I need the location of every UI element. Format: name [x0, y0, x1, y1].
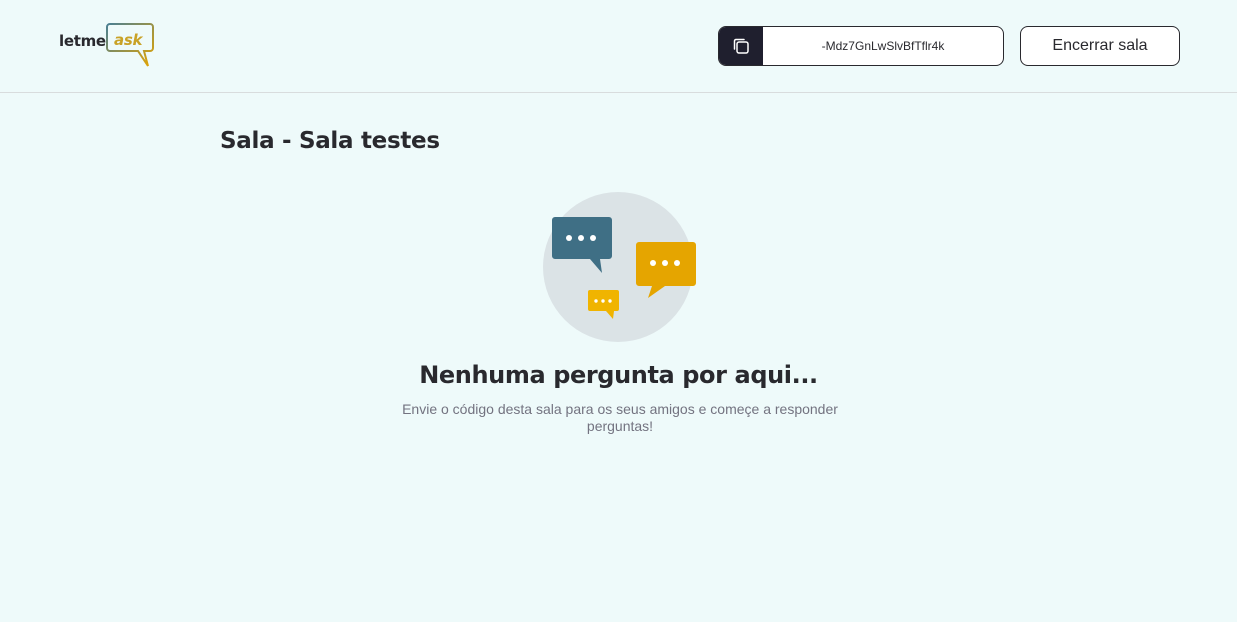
- logo-text-letme: letme: [59, 32, 106, 50]
- letmeask-logo[interactable]: letme ask: [59, 22, 155, 68]
- room-code-button[interactable]: -Mdz7GnLwSlvBfTflr4k: [718, 26, 1004, 66]
- empty-questions-illustration: [543, 192, 696, 342]
- close-room-button[interactable]: Encerrar sala: [1020, 26, 1180, 66]
- logo-text-ask: ask: [114, 31, 143, 49]
- room-code-text: -Mdz7GnLwSlvBfTflr4k: [821, 39, 945, 53]
- header: letme ask -Mdz7GnLwSlvBfTflr4k Encerrar …: [0, 0, 1237, 93]
- empty-state-title: Nenhuma pergunta por aqui...: [419, 361, 818, 389]
- empty-state-text: Envie o código desta sala para os seus a…: [402, 401, 838, 434]
- page-title: Sala - Sala testes: [220, 128, 440, 154]
- copy-icon[interactable]: [719, 27, 763, 65]
